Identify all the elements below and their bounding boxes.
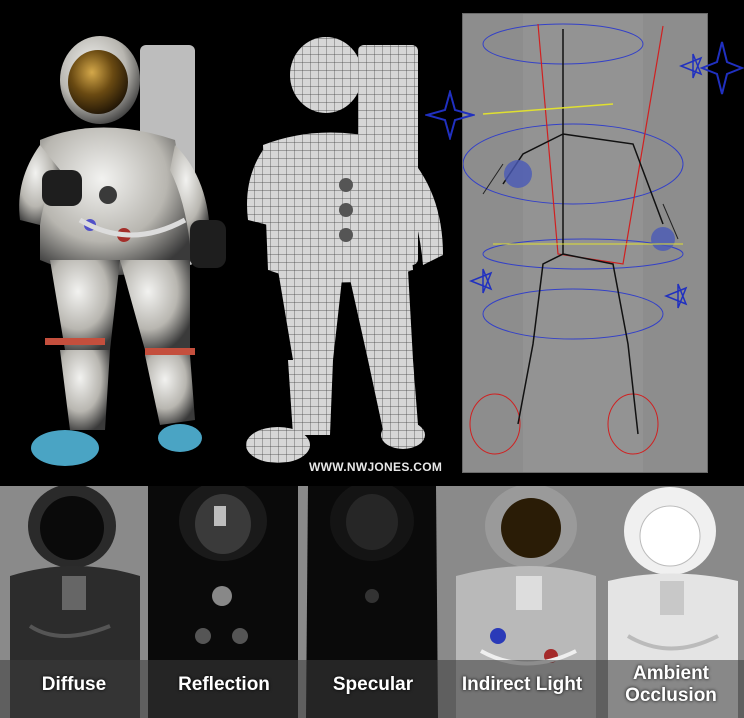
rig-star-control — [700, 41, 744, 95]
rendered-astronaut-image — [19, 36, 226, 466]
ambient-occlusion-label: Ambient Occlusion — [625, 663, 717, 706]
specular-label: Specular — [332, 674, 414, 695]
diffuse-label: Diffuse — [41, 674, 107, 695]
indirect-light-label: Indirect Light — [461, 674, 583, 695]
reflection-label: Reflection — [178, 674, 270, 695]
credit-text: WWW.NWJONES.COM — [309, 460, 443, 474]
top-showcase: WWW.NWJONES.COM — [0, 0, 744, 486]
rig-skeleton-image — [462, 13, 708, 473]
rig-star-control — [425, 90, 475, 140]
